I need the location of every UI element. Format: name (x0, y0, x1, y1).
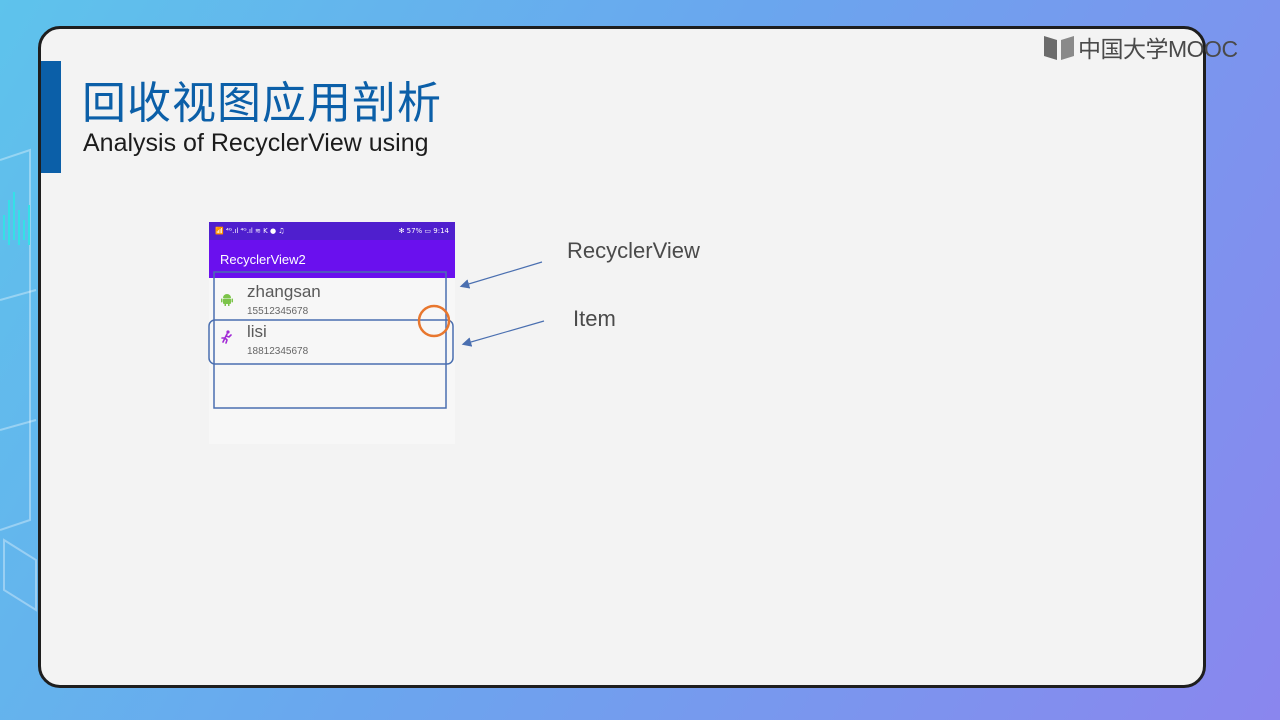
item-name: zhangsan (247, 282, 321, 301)
list-item[interactable]: zhangsan 15512345678 (209, 280, 455, 320)
slide-title: 回收视图应用剖析 (82, 78, 442, 129)
status-left-icons: 📶 ⁴ᴳ.ıl ⁴ᴳ.ıl ≋ K ● ♫ (215, 227, 285, 235)
mooc-logo: 中国大学MOOC (1042, 30, 1238, 64)
recyclerview-label: RecyclerView (567, 238, 700, 263)
phone-screenshot: 📶 ⁴ᴳ.ıl ⁴ᴳ.ıl ≋ K ● ♫ ✻ 57% ▭ 9:14 Recyc… (209, 222, 455, 444)
phone-status-bar: 📶 ⁴ᴳ.ıl ⁴ᴳ.ıl ≋ K ● ♫ ✻ 57% ▭ 9:14 (209, 222, 455, 240)
list-item[interactable]: lisi 18812345678 (209, 320, 455, 360)
app-title: RecyclerView2 (220, 251, 306, 267)
open-book-icon (1044, 36, 1074, 60)
item-phone: 15512345678 (247, 306, 309, 317)
running-person-icon (221, 330, 232, 344)
slide-subtitle: Analysis of RecyclerView using (83, 129, 429, 157)
item-phone: 18812345678 (247, 346, 309, 357)
item-name: lisi (247, 322, 267, 341)
android-icon (221, 294, 233, 306)
item-label: Item (573, 306, 616, 331)
logo-text: 中国大学MOOC (1078, 36, 1238, 62)
app-bar: RecyclerView2 (209, 240, 455, 278)
status-right-info: ✻ 57% ▭ 9:14 (398, 227, 449, 235)
title-accent-bar (41, 61, 61, 173)
